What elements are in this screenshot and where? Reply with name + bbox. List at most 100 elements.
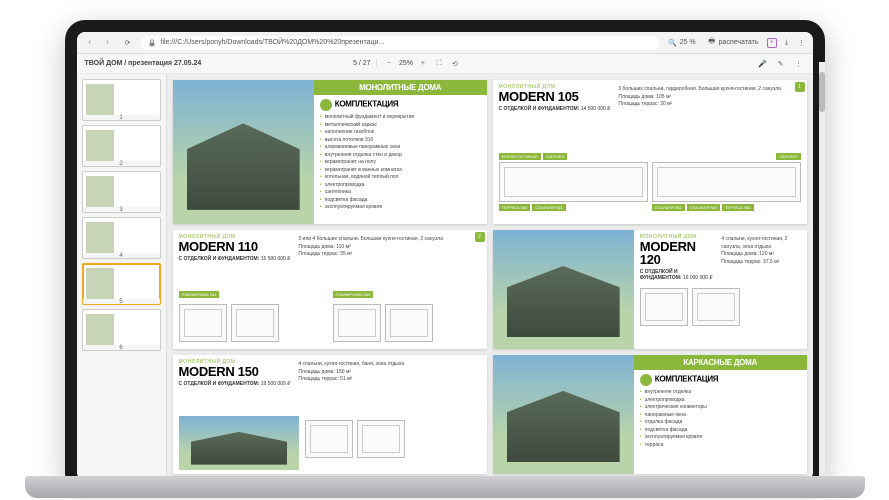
plan-title: ПЛАНИРОВКА №2 [333, 291, 374, 298]
thumbnail-panel[interactable]: 1 2 3 4 5 6 [77, 74, 167, 480]
list-item: электропроводка [640, 397, 801, 405]
room-label: СПАЛЬНЯ №1 [532, 204, 565, 211]
spec-list: монолитный фундамент и перекрытия металл… [320, 114, 481, 212]
page-badge: 1 [795, 82, 805, 92]
list-item: эксплуатируемая кровля [320, 204, 481, 212]
house-render [493, 230, 634, 349]
list-item: сантехника [320, 189, 481, 197]
list-item: эксплуатируемая кровля [640, 434, 801, 442]
browser-toolbar: ‹ › ⟳ file:///C:/Users/ponyh/Downloads/Т… [77, 32, 813, 54]
desc: 4 спальни, кухня-гостиная, 2 санузла, зо… [721, 236, 800, 251]
model-title: MODERN 105 [499, 90, 611, 103]
list-item: панорамные окна [640, 412, 801, 420]
back-button[interactable]: ‹ [83, 36, 97, 50]
floor-plan [652, 162, 801, 202]
floor-plan [231, 304, 279, 342]
zoom-in-button[interactable]: + [417, 58, 429, 70]
slide-modern-110: МОНОЛИТНЫЙ ДОМ MODERN 110 С ОТДЕЛКОЙ И Ф… [173, 230, 487, 349]
thumb-2[interactable]: 2 [82, 125, 161, 167]
desc: 3 или 4 большие спальни. Большая кухня-г… [298, 236, 443, 244]
room-label: САНУЗЕЛ [543, 153, 568, 160]
slide-modern-150: МОНОЛИТНЫЙ ДОМ MODERN 150 С ОТДЕЛКОЙ И Ф… [173, 355, 487, 474]
price: 15 500 000 ₽ [261, 256, 291, 262]
room-label: СПАЛЬНЯ №2 [652, 204, 685, 211]
pdf-body: 1 2 3 4 5 6 МОНОЛИТНЫЕ ДОМА КОМПЛЕКТАЦИЯ… [77, 74, 813, 480]
forward-button[interactable]: › [101, 36, 115, 50]
model-title: MODERN 110 [179, 240, 291, 253]
floor-plan [499, 162, 648, 202]
list-item: наполнение газоблок [320, 129, 481, 137]
floor-plan [305, 420, 353, 458]
stat-terrace: Площадь террас: 35 м² [298, 251, 443, 259]
list-item: монолитный фундамент и перекрытия [320, 114, 481, 122]
plan-title: ПЛАНИРОВКА №1 [179, 291, 220, 298]
stat-area: Площадь дома: 110 м² [298, 244, 443, 252]
stat-area: Площадь дома: 120 м² [721, 251, 800, 259]
doc-title: ТВОЙ ДОМ / презентация 27.05.24 [85, 60, 202, 67]
room-label: КУХНЯ-ГОСТИНАЯ [499, 153, 541, 160]
thumb-4[interactable]: 4 [82, 217, 161, 259]
room-label: СПАЛЬНЯ №3 [687, 204, 720, 211]
stat-terrace: Площадь террас: 30 м² [618, 101, 781, 109]
list-item: керамогранит в ванных комнатах [320, 167, 481, 175]
list-item: терраса [640, 442, 801, 450]
page-badge: 2 [475, 232, 485, 242]
page-indicator: 5 / 27 [353, 60, 371, 67]
pages-area[interactable]: МОНОЛИТНЫЕ ДОМА КОМПЛЕКТАЦИЯ монолитный … [167, 74, 813, 480]
list-item: подсветка фасада [320, 197, 481, 205]
banner: КАРКАСНЫЕ ДОМА [634, 355, 807, 370]
price: 14 500 000 ₽ [581, 106, 611, 112]
list-item: внутренняя отделка стен и декор [320, 152, 481, 160]
thumb-6[interactable]: 6 [82, 309, 161, 351]
address-bar[interactable]: file:///C:/Users/ponyh/Downloads/ТВОЙ%20… [141, 36, 659, 50]
print-button[interactable]: 🖶 распечатать [704, 37, 762, 49]
banner: МОНОЛИТНЫЕ ДОМА [314, 80, 487, 95]
thumb-5[interactable]: 5 [82, 263, 161, 305]
stat-area: Площадь дома: 150 м² [298, 369, 404, 377]
zoom-out-button[interactable]: − [383, 58, 395, 70]
house-render [173, 80, 314, 224]
model-title: MODERN 150 [179, 365, 291, 378]
menu-icon[interactable]: ⋮ [797, 38, 807, 48]
stat-terrace: Площадь террас: 51 м² [298, 376, 404, 384]
pdf-toolbar: ТВОЙ ДОМ / презентация 27.05.24 5 / 27 │… [77, 54, 813, 74]
list-item: металлический каркас [320, 122, 481, 130]
price-label: С ОТДЕЛКОЙ И ФУНДАМЕНТОМ: [499, 106, 580, 112]
list-item: внутренняя отделка [640, 389, 801, 397]
draw-icon[interactable]: ✎ [775, 58, 787, 70]
download-icon[interactable]: ⤓ [782, 38, 792, 48]
floor-plan [385, 304, 433, 342]
laptop-frame: ‹ › ⟳ file:///C:/Users/ponyh/Downloads/Т… [65, 20, 825, 480]
floor-plan [333, 304, 381, 342]
thumb-1[interactable]: 1 [82, 79, 161, 121]
slide-monolith-intro: МОНОЛИТНЫЕ ДОМА КОМПЛЕКТАЦИЯ монолитный … [173, 80, 487, 224]
check-icon [320, 99, 332, 111]
model-title: MODERN 120 [640, 240, 715, 266]
slide-modern-120: МОНОЛИТНЫЙ ДОМ MODERN 120 С ОТДЕЛКОЙ И Ф… [493, 230, 807, 349]
fit-page-button[interactable]: ⛶ [433, 58, 445, 70]
list-item: котельная, водяной теплый пол [320, 174, 481, 182]
zoom-pct: 25 % [680, 39, 696, 46]
user-icon[interactable]: • [767, 38, 777, 48]
stat-terrace: Площадь террас: 37,5 м² [721, 259, 800, 267]
spec-list: внутренняя отделка электропроводка элект… [640, 389, 801, 449]
section-title: КОМПЛЕКТАЦИЯ [335, 99, 398, 108]
list-item: электропроводка [320, 182, 481, 190]
reload-button[interactable]: ⟳ [121, 36, 135, 50]
rotate-button[interactable]: ⟲ [449, 58, 461, 70]
list-item: отделка фасада [640, 419, 801, 427]
zoom-indicator[interactable]: 🔍 25 % [665, 37, 699, 49]
room-label: САНУЗЕЛ [776, 153, 801, 160]
price-label: С ОТДЕЛКОЙ И ФУНДАМЕНТОМ: [179, 381, 260, 387]
room-label: ТЕРРАСА №2 [499, 204, 531, 211]
list-item: керамогранит на полу [320, 159, 481, 167]
floor-plan [179, 304, 227, 342]
list-item: высота потолков 310 [320, 137, 481, 145]
desc: 3 больших спальни, гардеробная. Большая … [618, 86, 781, 94]
more-icon[interactable]: ⋮ [793, 58, 805, 70]
lock-icon [147, 38, 157, 48]
voice-icon[interactable]: 🎤 [757, 58, 769, 70]
thumb-3[interactable]: 3 [82, 171, 161, 213]
room-label: ТЕРРАСА №1 [722, 204, 754, 211]
list-item: электрические конвекторы [640, 404, 801, 412]
